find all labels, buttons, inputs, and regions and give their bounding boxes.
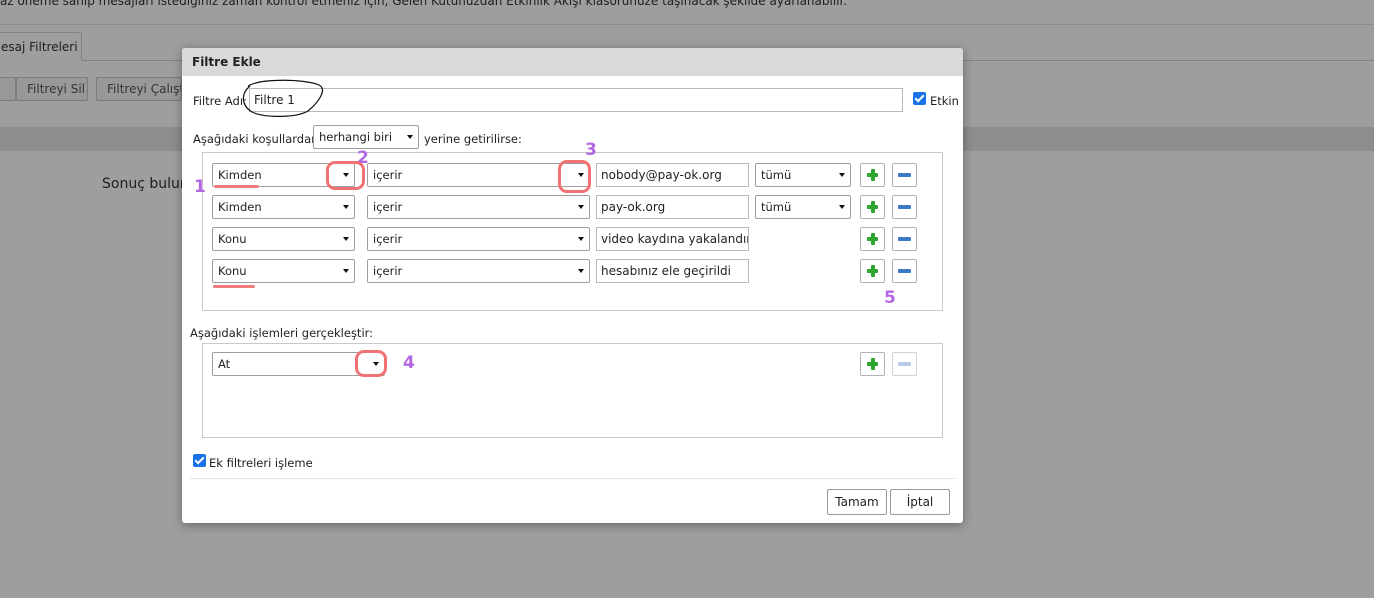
filter-name-circle-annotation [242,79,323,117]
annotation-number-1: 1 [194,177,206,197]
annotation-ring [355,350,387,377]
annotation-ring [558,160,591,193]
annotation-number-4: 4 [403,353,415,373]
annotation-number-5: 5 [884,288,896,308]
annotation-underline [213,285,255,288]
annotation-ring [326,161,365,190]
annotation-number-3: 3 [585,140,597,160]
annotation-underline [214,185,259,188]
